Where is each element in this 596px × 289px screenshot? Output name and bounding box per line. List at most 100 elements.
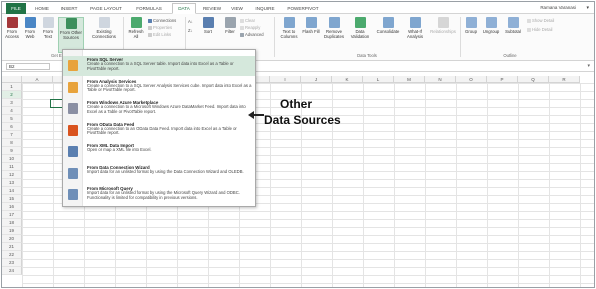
row-header[interactable]: 19 [2, 227, 22, 235]
subtotal-button[interactable]: Subtotal [503, 17, 523, 34]
from-web-button[interactable]: From Web [22, 17, 38, 39]
row-header[interactable]: 20 [2, 235, 22, 243]
flash-fill-button[interactable]: Flash Fill [302, 17, 320, 34]
row-header[interactable]: 15 [2, 195, 22, 203]
relationships-button[interactable]: Relationships [428, 17, 458, 34]
row-header[interactable]: 11 [2, 163, 22, 171]
row-header[interactable]: 5 [2, 115, 22, 123]
dropdown-item[interactable]: From Windows Azure Marketplace Create a c… [63, 99, 255, 119]
annotation-line-1: Other [280, 97, 313, 111]
dropdown-item[interactable]: From Data Connection Wizard Import data f… [63, 164, 255, 184]
column-header[interactable]: O [456, 76, 487, 83]
column-header[interactable]: L [363, 76, 394, 83]
web-icon [24, 17, 36, 28]
dropdown-item-description: Create a connection to a Microsoft Windo… [87, 104, 246, 114]
sort-za-button[interactable]: Z↓ [188, 28, 193, 34]
row-header[interactable]: 18 [2, 219, 22, 227]
row-header[interactable]: 17 [2, 211, 22, 219]
column-header[interactable]: N [425, 76, 456, 83]
tab-inquire[interactable]: INQUIRE [252, 4, 278, 13]
from-other-sources-button[interactable]: From Other Sources [58, 17, 84, 53]
column-header[interactable]: Q [518, 76, 549, 83]
row-header[interactable]: 24 [2, 267, 22, 275]
hide-detail-button[interactable]: Hide Detail [527, 27, 552, 33]
select-all-corner[interactable] [2, 76, 22, 83]
column-header[interactable]: A [22, 76, 53, 83]
row-header[interactable]: 23 [2, 259, 22, 267]
tab-review[interactable]: REVIEW [200, 4, 224, 13]
advanced-button[interactable]: Advanced [240, 32, 264, 38]
from-access-button[interactable]: From Access [4, 17, 20, 39]
user-name[interactable]: Ramana Varanasi [540, 4, 576, 12]
dropdown-item-description: Import data for an unlisted format by us… [87, 168, 244, 174]
tab-file[interactable]: FILE [6, 3, 26, 14]
expand-formula-icon[interactable]: ▾ [587, 63, 590, 69]
chevron-down-icon[interactable]: ▾ [586, 4, 589, 12]
clear-button[interactable]: Clear [240, 18, 255, 24]
data-validation-icon [354, 17, 366, 28]
dropdown-item-description: Create a connection to a SQL Server Anal… [87, 82, 252, 93]
dropdown-item[interactable]: From Microsoft Query Import data for an u… [63, 185, 255, 205]
filter-button[interactable]: Filter [222, 17, 238, 34]
dropdown-item[interactable]: From OData Data Feed Create a connection … [63, 121, 255, 141]
column-header[interactable]: J [301, 76, 332, 83]
data-source-icon [68, 167, 78, 179]
what-if-analysis-button[interactable]: What-If Analysis [404, 17, 426, 39]
row-header[interactable]: 21 [2, 243, 22, 251]
dropdown-item[interactable]: From XML Data Import Open or map a XML fi… [63, 142, 255, 162]
sort-az-button[interactable]: A↓ [188, 19, 193, 25]
consolidate-button[interactable]: Consolidate [374, 17, 402, 34]
dropdown-item-description: Create a connection to a SQL Server tabl… [87, 61, 234, 71]
tab-formulas[interactable]: FORMULAS [132, 4, 166, 13]
tab-insert[interactable]: INSERT [58, 4, 80, 13]
dropdown-item-description: Open or map a XML file into Excel. [87, 147, 152, 152]
tab-data[interactable]: DATA [172, 3, 196, 14]
row-header[interactable]: 14 [2, 187, 22, 195]
connections-button[interactable]: Connections [148, 18, 176, 24]
text-to-columns-icon [283, 17, 295, 28]
row-header[interactable]: 6 [2, 123, 22, 131]
refresh-all-button[interactable]: Refresh All [126, 17, 146, 39]
column-header[interactable]: M [394, 76, 425, 83]
tab-home[interactable]: HOME [32, 4, 52, 13]
tab-powerpivot[interactable]: POWERPIVOT [284, 4, 322, 13]
row-header[interactable]: 3 [2, 99, 22, 107]
edit-links-button[interactable]: Edit Links [148, 32, 171, 38]
column-header[interactable]: K [332, 76, 363, 83]
row-header[interactable]: 12 [2, 171, 22, 179]
advanced-icon [240, 32, 244, 37]
tab-view[interactable]: VIEW [228, 4, 246, 13]
column-header[interactable]: R [549, 76, 580, 83]
ungroup-button[interactable]: Ungroup [481, 17, 501, 34]
excel-window: FILE HOME INSERT PAGE LAYOUT FORMULAS DA… [1, 1, 595, 288]
dropdown-item[interactable]: From SQL Server Create a connection to a … [63, 56, 255, 76]
row-header[interactable]: 2 [2, 91, 22, 99]
row-header[interactable]: 7 [2, 131, 22, 139]
sort-button[interactable]: Sort [201, 17, 215, 34]
row-header[interactable]: 4 [2, 107, 22, 115]
dropdown-item[interactable]: From Analysis Services Create a connectio… [63, 78, 255, 98]
existing-connections-button[interactable]: Existing Connections [88, 17, 120, 39]
row-header[interactable]: 1 [2, 83, 22, 91]
text-to-columns-button[interactable]: Text to Columns [278, 17, 300, 39]
properties-button[interactable]: Properties [148, 25, 172, 31]
reapply-button[interactable]: Reapply [240, 25, 260, 31]
subtotal-icon [507, 17, 519, 28]
column-header[interactable]: I [270, 76, 301, 83]
column-header[interactable]: P [487, 76, 518, 83]
dropdown-item-description: Import data for an unlisted format by us… [87, 190, 240, 200]
row-header[interactable]: 9 [2, 147, 22, 155]
row-header[interactable]: 8 [2, 139, 22, 147]
from-text-button[interactable]: From Text [40, 17, 56, 39]
data-validation-button[interactable]: Data Validation [348, 17, 372, 39]
row-header[interactable]: 10 [2, 155, 22, 163]
tab-page-layout[interactable]: PAGE LAYOUT [86, 4, 126, 13]
row-header[interactable]: 16 [2, 203, 22, 211]
row-header[interactable]: 22 [2, 251, 22, 259]
name-box[interactable]: B2 [6, 63, 50, 70]
row-header[interactable]: 13 [2, 179, 22, 187]
group-separator [460, 17, 461, 57]
group-button[interactable]: Group [463, 17, 479, 34]
remove-duplicates-button[interactable]: Remove Duplicates [322, 17, 346, 39]
show-detail-button[interactable]: Show Detail [527, 18, 554, 24]
